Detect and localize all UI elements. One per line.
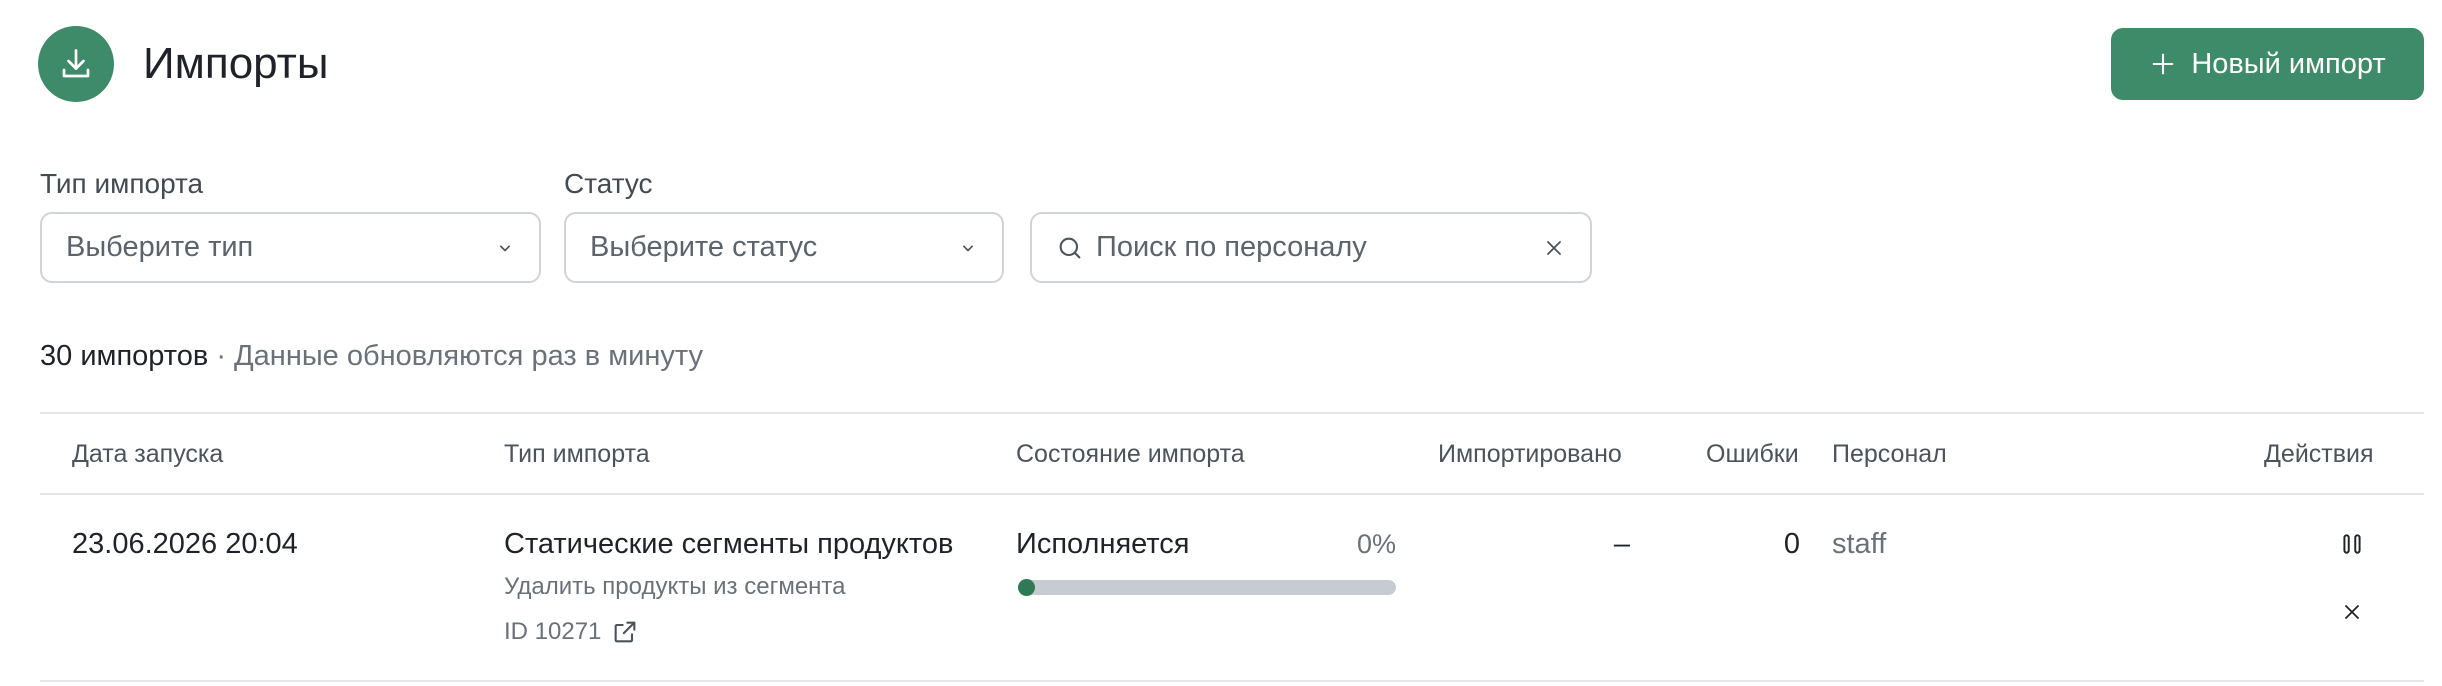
col-header-errors: Ошибки (1706, 440, 1799, 468)
row-progress-percent: 0% (1356, 529, 1396, 559)
chevron-down-icon (500, 245, 510, 251)
imports-summary: 30 импортов · Данные обновляются раз в м… (40, 338, 703, 374)
external-link-icon (615, 621, 636, 643)
row-import-state: Исполняется (1016, 528, 1190, 560)
chevron-down-icon (963, 245, 973, 251)
cancel-import-button[interactable] (2332, 592, 2372, 632)
row-imported: – (1613, 528, 1630, 560)
imports-count: 30 импортов (40, 340, 209, 372)
staff-search-input[interactable]: Поиск по персоналу (1030, 212, 1592, 283)
new-import-button[interactable]: Новый импорт (2111, 28, 2424, 100)
row-import-id: ID 10271 (504, 618, 602, 645)
close-icon (2345, 605, 2359, 619)
row-progress-fill (1018, 579, 1035, 596)
row-import-id-link[interactable]: ID 10271 (504, 617, 639, 647)
download-icon (62, 49, 90, 78)
row-staff: staff (1832, 528, 1887, 560)
search-icon (1059, 237, 1081, 258)
page-title: Импорты (143, 39, 329, 88)
refresh-note: · Данные обновляются раз в минуту (208, 340, 703, 372)
new-import-label: Новый импорт (2191, 47, 2386, 80)
status-value: Выберите статус (590, 231, 818, 263)
col-header-import-state: Состояние импорта (1016, 440, 1245, 468)
import-type-value: Выберите тип (66, 231, 254, 263)
row-import-subtype: Удалить продукты из сегмента (504, 573, 846, 600)
row-bottom-divider (40, 680, 2424, 682)
import-type-select[interactable]: Выберите тип (40, 212, 541, 283)
import-type-label: Тип импорта (40, 168, 204, 199)
imports-header-icon (38, 26, 114, 102)
col-header-imported: Импортировано (1438, 440, 1622, 468)
col-header-staff: Персонал (1832, 440, 1947, 468)
search-placeholder: Поиск по персоналу (1096, 231, 1367, 263)
pause-icon (2343, 534, 2361, 554)
plus-icon (2152, 53, 2174, 75)
row-import-type: Статические сегменты продуктов (504, 528, 954, 560)
status-label: Статус (564, 168, 653, 199)
table-top-divider (40, 412, 2424, 414)
clear-search-icon[interactable] (1542, 236, 1566, 260)
row-errors: 0 (1783, 528, 1800, 560)
row-progress-bar (1018, 580, 1396, 595)
row-start-date: 23.06.2026 20:04 (72, 528, 298, 560)
col-header-actions: Действия (2264, 440, 2374, 468)
col-header-import-type: Тип импорта (504, 440, 650, 468)
col-header-start-date: Дата запуска (72, 440, 224, 468)
header-divider (40, 493, 2424, 495)
pause-import-button[interactable] (2332, 524, 2372, 564)
status-select[interactable]: Выберите статус (564, 212, 1004, 283)
